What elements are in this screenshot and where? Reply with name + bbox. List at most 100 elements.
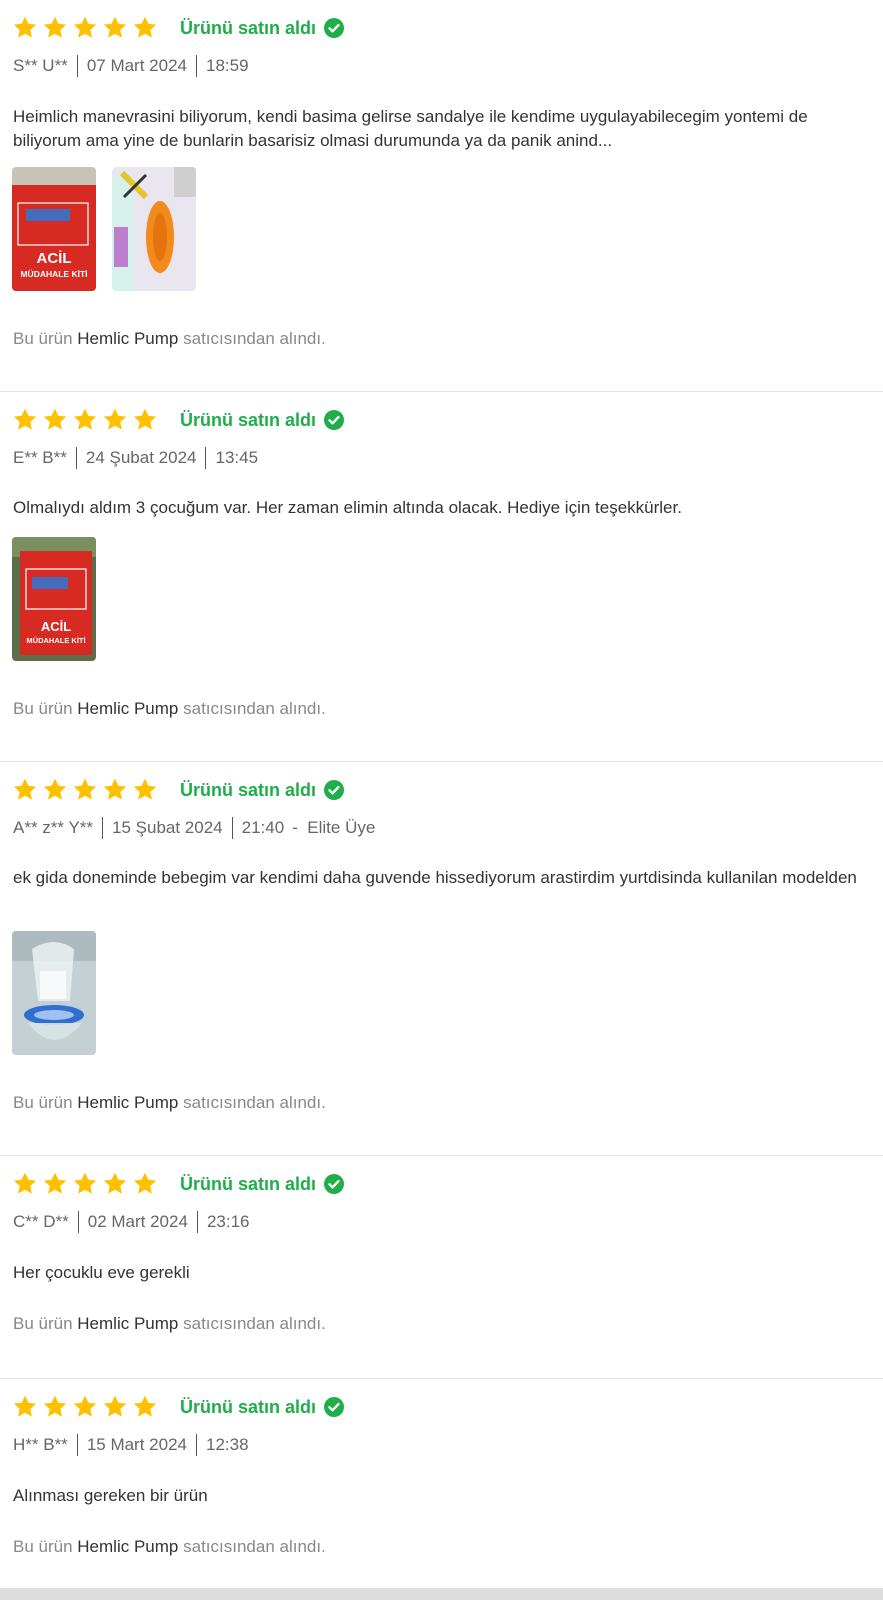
star-icon — [72, 407, 98, 433]
product-box-photo-icon: ACİL MÜDAHALE KİTİ — [12, 537, 96, 661]
reviewer-name: E** B** — [13, 448, 67, 467]
review-card: Ürünü satın aldı C** D** 02 Mart 2024 23… — [0, 1156, 883, 1379]
product-box-photo-icon: ACİL MÜDAHALE KİTİ — [12, 167, 96, 291]
seller-suffix: satıcısından alındı. — [183, 1537, 326, 1556]
star-rating — [12, 1394, 158, 1420]
review-meta: C** D** 02 Mart 2024 23:16 — [13, 1211, 249, 1233]
star-icon — [42, 15, 68, 41]
review-date: 15 Mart 2024 — [86, 1435, 187, 1454]
check-circle-icon — [324, 410, 345, 430]
rating-row: Ürünü satın aldı — [12, 1169, 345, 1199]
reviewer-name: A** z** Y** — [13, 818, 94, 837]
product-mask-photo-icon — [12, 931, 96, 1055]
check-circle-icon — [324, 1174, 345, 1194]
star-icon — [42, 407, 68, 433]
verified-label: Ürünü satın aldı — [180, 779, 317, 800]
review-comment: ek gida doneminde bebegim var kendimi da… — [13, 868, 857, 887]
photo-box-subtitle: MÜDAHALE KİTİ — [26, 636, 85, 645]
verified-purchase-badge: Ürünü satın aldı — [180, 779, 345, 801]
elite-member-badge: - Elite Üye — [292, 818, 376, 837]
rating-row: Ürünü satın aldı — [12, 775, 345, 805]
star-icon — [102, 15, 128, 41]
seller-info: Bu ürün Hemlic Pump satıcısından alındı. — [13, 1314, 326, 1334]
seller-name-link[interactable]: Hemlic Pump — [77, 1314, 178, 1333]
seller-name-link[interactable]: Hemlic Pump — [77, 329, 178, 348]
review-meta: E** B** 24 Şubat 2024 13:45 — [13, 447, 258, 469]
review-comment: Heimlich manevrasini biliyorum, kendi ba… — [13, 107, 808, 150]
verified-label: Ürünü satın aldı — [180, 1173, 317, 1194]
review-meta: H** B** 15 Mart 2024 12:38 — [13, 1434, 249, 1456]
verified-purchase-badge: Ürünü satın aldı — [180, 1173, 345, 1195]
verified-label: Ürünü satın aldı — [180, 17, 317, 38]
meta-divider — [76, 1434, 78, 1456]
meta-divider — [205, 447, 207, 469]
seller-info: Bu ürün Hemlic Pump satıcısından alındı. — [13, 329, 326, 349]
photo-box-title: ACİL — [41, 619, 71, 634]
seller-prefix: Bu ürün — [13, 1537, 73, 1556]
review-card: Ürünü satın aldı H** B** 15 Mart 2024 12… — [0, 1379, 883, 1600]
star-icon — [12, 15, 38, 41]
verified-purchase-badge: Ürünü satın aldı — [180, 17, 345, 39]
meta-divider — [102, 817, 104, 839]
check-circle-icon — [324, 780, 345, 800]
review-comment: Olmalıydı aldım 3 çocuğum var. Her zaman… — [13, 498, 682, 517]
star-icon — [102, 407, 128, 433]
star-rating — [12, 777, 158, 803]
star-icon — [12, 1171, 38, 1197]
star-icon — [12, 1394, 38, 1420]
review-photo[interactable] — [12, 931, 96, 1055]
review-date: 24 Şubat 2024 — [85, 448, 197, 467]
seller-name-link[interactable]: Hemlic Pump — [77, 699, 178, 718]
review-date: 07 Mart 2024 — [86, 56, 187, 75]
verified-purchase-badge: Ürünü satın aldı — [180, 410, 345, 431]
photo-box-subtitle: MÜDAHALE KİTİ — [20, 269, 87, 279]
verified-purchase-badge: Ürünü satın aldı — [180, 1396, 345, 1418]
seller-suffix: satıcısından alındı. — [183, 1093, 326, 1112]
reviewer-name: H** B** — [13, 1435, 68, 1454]
star-icon — [132, 1394, 158, 1420]
review-photo[interactable]: ACİL MÜDAHALE KİTİ — [12, 537, 96, 661]
meta-divider — [77, 1211, 79, 1233]
reviewer-name: S** U** — [13, 56, 68, 75]
star-rating — [12, 407, 158, 433]
verified-label: Ürünü satın aldı — [180, 1396, 317, 1417]
star-icon — [132, 1171, 158, 1197]
review-card: Ürünü satın aldı E** B** 24 Şubat 2024 1… — [0, 392, 883, 762]
review-photo[interactable]: ACİL MÜDAHALE KİTİ — [12, 167, 96, 291]
seller-info: Bu ürün Hemlic Pump satıcısından alındı. — [13, 699, 326, 719]
review-comment: Alınması gereken bir ürün — [13, 1486, 208, 1505]
review-date: 02 Mart 2024 — [87, 1212, 188, 1231]
star-icon — [42, 1171, 68, 1197]
star-icon — [72, 777, 98, 803]
review-photo[interactable] — [112, 167, 196, 291]
star-icon — [12, 777, 38, 803]
star-icon — [132, 15, 158, 41]
rating-row: Ürünü satın aldı — [12, 405, 345, 435]
seller-name-link[interactable]: Hemlic Pump — [77, 1093, 178, 1112]
star-icon — [42, 1394, 68, 1420]
review-date: 15 Şubat 2024 — [112, 818, 223, 837]
meta-divider — [231, 817, 233, 839]
star-rating — [12, 1171, 158, 1197]
review-time: 21:40 — [241, 818, 285, 837]
review-photos — [12, 931, 96, 1055]
review-time: 18:59 — [206, 56, 249, 75]
rating-row: Ürünü satın aldı — [12, 1392, 345, 1422]
review-meta: A** z** Y** 15 Şubat 2024 21:40 - Elite … — [13, 817, 375, 839]
meta-divider — [196, 55, 197, 77]
review-photos: ACİL MÜDAHALE KİTİ — [12, 537, 96, 661]
meta-divider — [76, 55, 78, 77]
reviewer-name: C** D** — [13, 1212, 69, 1231]
star-icon — [72, 1394, 98, 1420]
star-icon — [102, 777, 128, 803]
check-circle-icon — [324, 1397, 345, 1417]
seller-prefix: Bu ürün — [13, 1314, 73, 1333]
review-comment: Her çocuklu eve gerekli — [13, 1263, 190, 1282]
seller-name-link[interactable]: Hemlic Pump — [77, 1537, 178, 1556]
star-icon — [102, 1394, 128, 1420]
seller-info: Bu ürün Hemlic Pump satıcısından alındı. — [13, 1093, 326, 1113]
seller-prefix: Bu ürün — [13, 1093, 73, 1112]
star-rating — [12, 15, 158, 41]
rating-row: Ürünü satın aldı — [12, 13, 345, 43]
star-icon — [72, 1171, 98, 1197]
